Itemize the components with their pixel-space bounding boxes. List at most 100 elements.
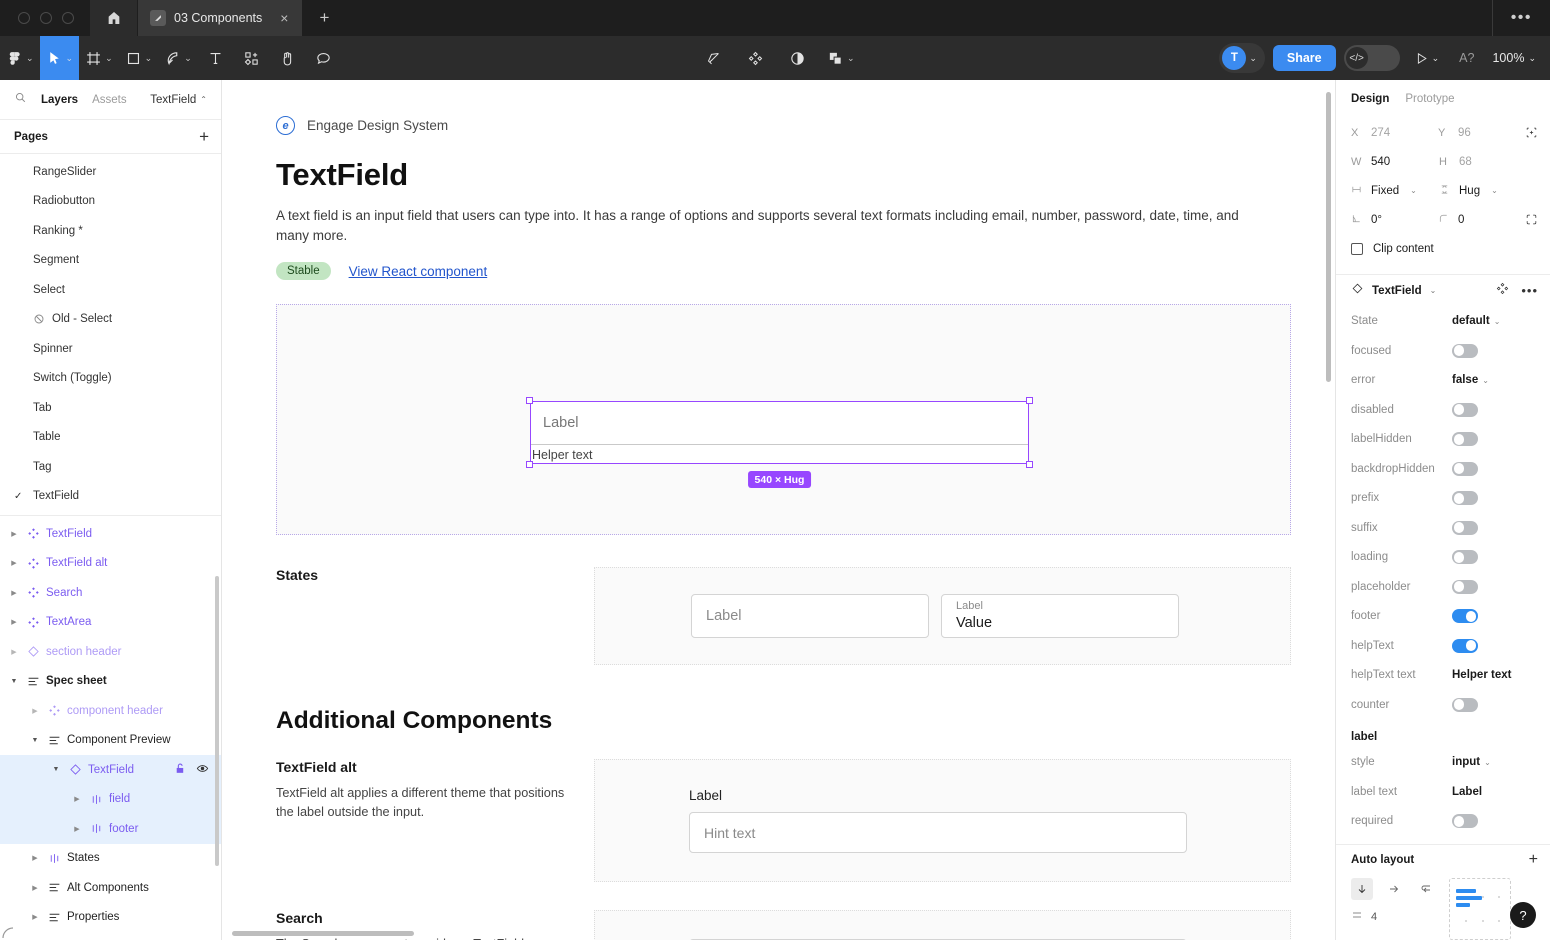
layer-item-textfield[interactable]: ▶ TextField bbox=[0, 519, 221, 549]
component-preview-frame[interactable]: Label Helper text 540 × Hug bbox=[276, 304, 1291, 536]
zoom-menu[interactable]: 100% ⌄ bbox=[1488, 51, 1536, 65]
chevron-right-icon[interactable]: ▶ bbox=[8, 618, 20, 626]
layer-item-textfield-alt[interactable]: ▶ TextField alt bbox=[0, 549, 221, 579]
swap-instance-icon[interactable] bbox=[1496, 282, 1509, 300]
component-more-icon[interactable]: ••• bbox=[1521, 284, 1538, 297]
vertical-resizing-field[interactable]: Hug ⌄ bbox=[1439, 184, 1527, 198]
resize-handle-top-left[interactable] bbox=[526, 397, 533, 405]
user-avatar-menu[interactable]: T ⌄ bbox=[1219, 43, 1265, 73]
tab-design[interactable]: Design bbox=[1351, 93, 1389, 105]
toggle-focused[interactable] bbox=[1452, 343, 1478, 358]
layer-item-footer[interactable]: ▶ footer bbox=[0, 814, 221, 844]
chevron-right-icon[interactable]: ▶ bbox=[8, 589, 20, 597]
x-field[interactable]: X 274 bbox=[1351, 127, 1438, 139]
page-item[interactable]: Ranking * bbox=[0, 216, 221, 246]
chevron-right-icon[interactable]: ▶ bbox=[71, 825, 83, 833]
tab-assets[interactable]: Assets bbox=[92, 94, 127, 106]
layer-item-search[interactable]: ▶ Search bbox=[0, 578, 221, 608]
page-item[interactable]: Segment bbox=[0, 246, 221, 276]
toggle-required[interactable] bbox=[1452, 814, 1478, 829]
height-field[interactable]: H 68 bbox=[1439, 156, 1527, 168]
state-field-empty[interactable]: Label bbox=[691, 594, 929, 639]
dev-mode-toggle[interactable]: </> bbox=[1343, 45, 1400, 71]
chevron-right-icon[interactable]: ▶ bbox=[8, 559, 20, 567]
page-item[interactable]: Tag bbox=[0, 452, 221, 482]
layer-item-properties[interactable]: ▶ Properties bbox=[0, 903, 221, 933]
unlock-icon[interactable] bbox=[174, 762, 187, 778]
toggle-labelhidden[interactable] bbox=[1452, 432, 1478, 447]
direction-vertical-button[interactable] bbox=[1351, 878, 1373, 900]
page-item[interactable]: Spinner bbox=[0, 334, 221, 364]
close-tab-icon[interactable]: × bbox=[276, 9, 292, 27]
property-value[interactable] bbox=[1452, 579, 1538, 594]
search-icon[interactable] bbox=[14, 91, 27, 109]
comment-tool-button[interactable] bbox=[306, 36, 342, 80]
page-item[interactable]: Table bbox=[0, 423, 221, 453]
property-value[interactable]: default ⌄ bbox=[1452, 315, 1538, 327]
hand-tool-button[interactable] bbox=[270, 36, 306, 80]
resize-handle-bottom-right[interactable] bbox=[1026, 461, 1033, 469]
resources-tool-button[interactable] bbox=[234, 36, 270, 80]
font-check-button[interactable]: A? bbox=[1453, 51, 1480, 65]
view-react-component-link[interactable]: View React component bbox=[349, 264, 488, 279]
shape-tool-button[interactable]: ⌄ bbox=[119, 36, 159, 80]
toggle-prefix[interactable] bbox=[1452, 491, 1478, 506]
layer-item-component-header[interactable]: ▶ component header bbox=[0, 696, 221, 726]
direction-horizontal-button[interactable] bbox=[1383, 878, 1405, 900]
chevron-right-icon[interactable]: ▶ bbox=[29, 913, 41, 921]
property-value[interactable] bbox=[1452, 343, 1538, 358]
property-value[interactable] bbox=[1452, 461, 1538, 476]
toggle-backdrophidden[interactable] bbox=[1452, 461, 1478, 476]
chevron-right-icon[interactable]: ▶ bbox=[8, 648, 20, 656]
plugins-button[interactable] bbox=[737, 36, 773, 80]
help-button[interactable]: ? bbox=[1510, 902, 1536, 928]
property-value[interactable] bbox=[1452, 638, 1538, 653]
rotation-field[interactable]: 0° bbox=[1351, 213, 1438, 227]
property-value[interactable] bbox=[1452, 402, 1538, 417]
move-tool-button[interactable]: ⌄ bbox=[39, 36, 80, 80]
new-tab-button[interactable]: + bbox=[302, 0, 347, 36]
contrast-button[interactable] bbox=[779, 36, 815, 80]
layer-item-textfield[interactable]: ▼ TextField bbox=[0, 755, 221, 785]
auto-layout-alignment-grid[interactable] bbox=[1449, 878, 1511, 940]
direction-wrap-button[interactable] bbox=[1415, 878, 1437, 900]
clip-content-checkbox[interactable] bbox=[1351, 243, 1363, 255]
present-button[interactable]: ⌄ bbox=[1408, 51, 1446, 66]
layer-item-spec-sheet[interactable]: ▼ Spec sheet bbox=[0, 667, 221, 697]
chevron-right-icon[interactable]: ▶ bbox=[71, 795, 83, 803]
chevron-right-icon[interactable]: ▶ bbox=[29, 854, 41, 862]
add-page-button[interactable]: + bbox=[199, 128, 209, 145]
actions-menu-button[interactable] bbox=[695, 36, 731, 80]
horizontal-resizing-field[interactable]: Fixed ⌄ bbox=[1351, 184, 1439, 198]
page-item[interactable]: Tab bbox=[0, 393, 221, 423]
property-value[interactable] bbox=[1452, 491, 1538, 506]
layer-item-field[interactable]: ▶ field bbox=[0, 784, 221, 814]
chevron-right-icon[interactable]: ▶ bbox=[29, 707, 41, 715]
y-field[interactable]: Y 96 bbox=[1438, 127, 1525, 139]
tab-layers[interactable]: Layers bbox=[41, 94, 78, 106]
chevron-right-icon[interactable]: ▶ bbox=[8, 530, 20, 538]
add-auto-layout-button[interactable]: + bbox=[1529, 852, 1538, 868]
page-item[interactable]: Select bbox=[0, 275, 221, 305]
toggle-loading[interactable] bbox=[1452, 550, 1478, 565]
property-value[interactable] bbox=[1452, 432, 1538, 447]
textfield-alt-input[interactable]: Hint text bbox=[689, 812, 1187, 854]
align-tool-button[interactable] bbox=[1525, 126, 1538, 139]
auto-layout-gap-field[interactable]: 4 bbox=[1351, 909, 1437, 924]
home-tab[interactable] bbox=[90, 0, 138, 36]
more-options-icon[interactable]: ••• bbox=[1511, 10, 1532, 26]
state-field-filled[interactable]: Label Value bbox=[941, 594, 1179, 639]
page-item[interactable]: RangeSlider bbox=[0, 157, 221, 187]
maximize-window-dot[interactable] bbox=[62, 12, 74, 24]
property-value[interactable]: false ⌄ bbox=[1452, 374, 1538, 386]
toggle-placeholder[interactable] bbox=[1452, 579, 1478, 594]
canvas-vertical-scrollbar[interactable] bbox=[1326, 92, 1331, 382]
layer-item-alt-components[interactable]: ▶ Alt Components bbox=[0, 873, 221, 903]
page-item[interactable]: Radiobutton bbox=[0, 187, 221, 217]
eye-icon[interactable] bbox=[196, 762, 209, 778]
left-panel-scrollbar[interactable] bbox=[215, 576, 219, 866]
property-value[interactable]: Helper text bbox=[1452, 669, 1538, 681]
width-field[interactable]: W 540 bbox=[1351, 156, 1439, 168]
share-button[interactable]: Share bbox=[1272, 45, 1336, 71]
text-tool-button[interactable] bbox=[198, 36, 234, 80]
